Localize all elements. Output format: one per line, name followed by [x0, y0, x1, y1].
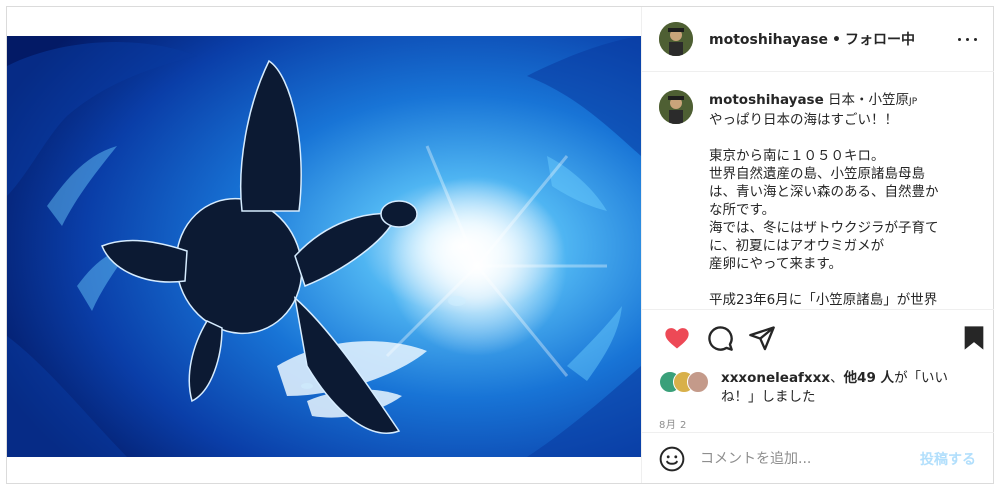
- caption-header: motoshihayase 日本・小笠原JP: [709, 91, 981, 111]
- follow-status-button[interactable]: フォロー中: [845, 32, 915, 48]
- header-title: motoshihayase • フォロー中: [709, 29, 915, 49]
- avatar: [687, 371, 709, 393]
- liker-avatars[interactable]: [659, 371, 719, 393]
- comment-icon[interactable]: [706, 324, 734, 352]
- likes-suffix: が「いい: [894, 370, 949, 386]
- caption-line: は、青い海と深い森のある、自然豊か: [709, 184, 939, 200]
- caption-location[interactable]: 日本・小笠原JP: [828, 92, 917, 108]
- comment-bar: 投稿する: [642, 432, 994, 484]
- post-header: motoshihayase • フォロー中: [642, 7, 994, 72]
- header-separator: •: [832, 32, 841, 48]
- caption-area: motoshihayase 日本・小笠原JP やっぱり日本の海はすごい！！ 東京…: [642, 72, 994, 310]
- comment-input[interactable]: [700, 448, 900, 470]
- caption-line: [709, 129, 981, 147]
- avatar[interactable]: [659, 22, 693, 56]
- post-date[interactable]: 8月 2: [659, 416, 687, 431]
- more-icon[interactable]: [956, 29, 980, 49]
- caption-line: 産卵にやって来ます。: [709, 256, 842, 272]
- caption-line: に、初夏にはアオウミガメが: [709, 238, 885, 254]
- caption-line: [709, 273, 981, 291]
- caption-line: 海では、冬にはザトウクジラが子育て: [709, 220, 939, 236]
- action-bar: [642, 309, 994, 370]
- caption-line: 東京から南に１０５０キロ。: [709, 148, 885, 164]
- bookmark-icon[interactable]: [960, 324, 988, 352]
- caption-username[interactable]: motoshihayase: [709, 92, 824, 108]
- heart-icon[interactable]: [663, 324, 691, 352]
- username-link[interactable]: motoshihayase: [709, 32, 828, 48]
- post-media: [7, 7, 641, 483]
- liker-username[interactable]: xxxoneleafxxx: [721, 370, 830, 386]
- caption-line: やっぱり日本の海はすごい！！: [709, 112, 898, 128]
- caption-line: な所です。: [709, 202, 776, 218]
- likes-text: xxxoneleafxxx、他49 人が「いい ね！」しました: [721, 370, 949, 405]
- post-card: motoshihayase • フォロー中 motoshihayase 日本・小笠原…: [6, 6, 994, 484]
- post-photo[interactable]: [7, 36, 641, 457]
- emoji-icon[interactable]: [659, 446, 685, 472]
- caption-line: 世界自然遺産の島、小笠原諸島母島: [709, 166, 925, 182]
- avatar[interactable]: [659, 90, 693, 124]
- likes-suffix: ね！」しました: [721, 389, 816, 405]
- post-comment-button[interactable]: 投稿する: [920, 449, 976, 469]
- share-icon[interactable]: [748, 324, 776, 352]
- caption: motoshihayase 日本・小笠原JP やっぱり日本の海はすごい！！ 東京…: [709, 91, 981, 309]
- likes-count-link[interactable]: 他49 人: [844, 370, 895, 386]
- caption-line: 平成23年6月に「小笠原諸島」が世界: [709, 292, 938, 308]
- post-sidebar: motoshihayase • フォロー中 motoshihayase 日本・小笠原…: [641, 7, 994, 483]
